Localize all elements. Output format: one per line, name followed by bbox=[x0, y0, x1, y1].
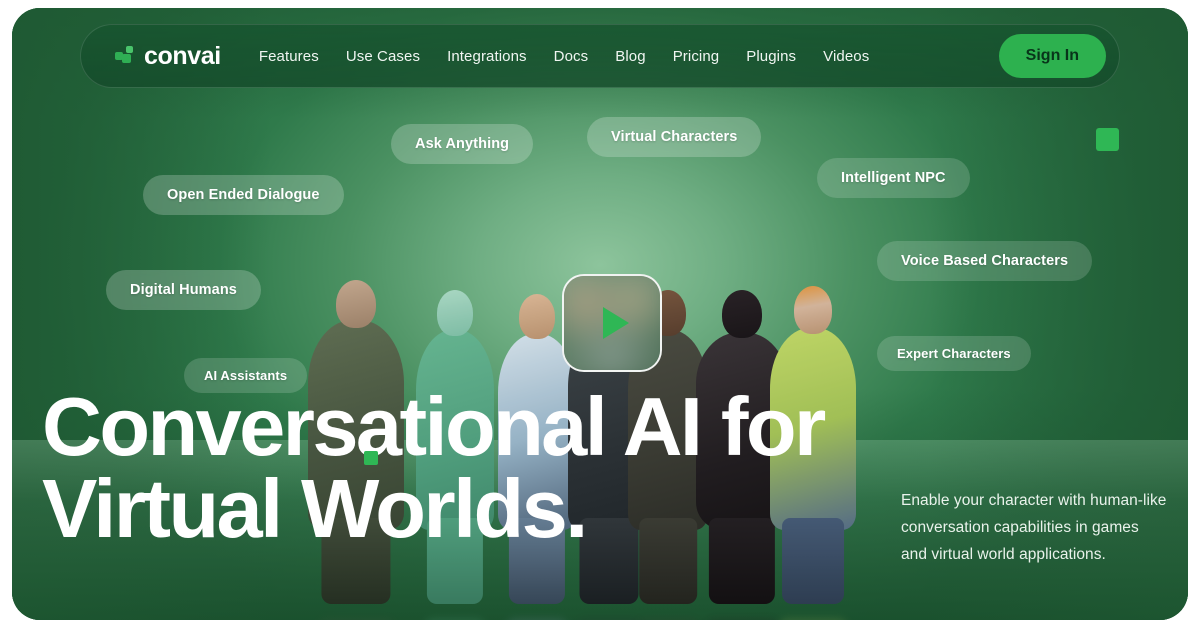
hero-heading-group: Conversational AI for Virtual Worlds. bbox=[42, 380, 826, 556]
nav-links: Features Use Cases Integrations Docs Blo… bbox=[259, 48, 870, 65]
hero-description: Enable your character with human-like co… bbox=[901, 492, 1167, 563]
nav-item-blog[interactable]: Blog bbox=[615, 48, 645, 65]
character-head bbox=[336, 280, 376, 328]
play-icon bbox=[602, 307, 629, 339]
pill-voice-based-characters[interactable]: Voice Based Characters bbox=[877, 241, 1093, 281]
hero-line-1: Conversational AI for bbox=[42, 380, 826, 473]
brand-logo[interactable]: convai bbox=[115, 42, 221, 71]
nav-item-integrations[interactable]: Integrations bbox=[447, 48, 527, 65]
nav-item-features[interactable]: Features bbox=[259, 48, 319, 65]
hero-line-2: Virtual Worlds. bbox=[42, 462, 588, 556]
character-reflection bbox=[505, 618, 569, 620]
landing-page: convai Features Use Cases Integrations D… bbox=[12, 8, 1188, 620]
sign-in-button[interactable]: Sign In bbox=[998, 34, 1106, 78]
pill-expert-characters[interactable]: Expert Characters bbox=[877, 336, 1031, 371]
video-preview-card[interactable] bbox=[562, 274, 662, 372]
brand-name: convai bbox=[144, 41, 221, 70]
accent-square-decoration bbox=[1096, 128, 1119, 151]
character-reflection bbox=[576, 618, 642, 620]
headline-accent-square bbox=[364, 451, 378, 465]
character-head bbox=[519, 294, 555, 339]
character-head bbox=[722, 290, 762, 338]
pill-ask-anything[interactable]: Ask Anything bbox=[391, 124, 534, 164]
pill-virtual-characters[interactable]: Virtual Characters bbox=[587, 117, 762, 157]
character-head bbox=[437, 290, 473, 336]
pill-open-ended-dialogue[interactable]: Open Ended Dialogue bbox=[143, 175, 344, 215]
character-reflection bbox=[423, 618, 487, 620]
pill-digital-humans[interactable]: Digital Humans bbox=[106, 270, 261, 310]
character-reflection bbox=[317, 618, 395, 620]
top-navigation-bar: convai Features Use Cases Integrations D… bbox=[80, 24, 1120, 88]
character-reflection bbox=[636, 618, 700, 620]
nav-item-pricing[interactable]: Pricing bbox=[673, 48, 720, 65]
character-head bbox=[794, 286, 832, 334]
character-reflection bbox=[778, 618, 848, 620]
nav-item-use-cases[interactable]: Use Cases bbox=[346, 48, 420, 65]
pill-intelligent-npc[interactable]: Intelligent NPC bbox=[817, 158, 970, 198]
nav-item-docs[interactable]: Docs bbox=[554, 48, 589, 65]
character-reflection bbox=[705, 618, 779, 620]
nav-item-videos[interactable]: Videos bbox=[823, 48, 869, 65]
nav-item-plugins[interactable]: Plugins bbox=[746, 48, 796, 65]
convai-squares-logo-icon bbox=[115, 46, 135, 66]
